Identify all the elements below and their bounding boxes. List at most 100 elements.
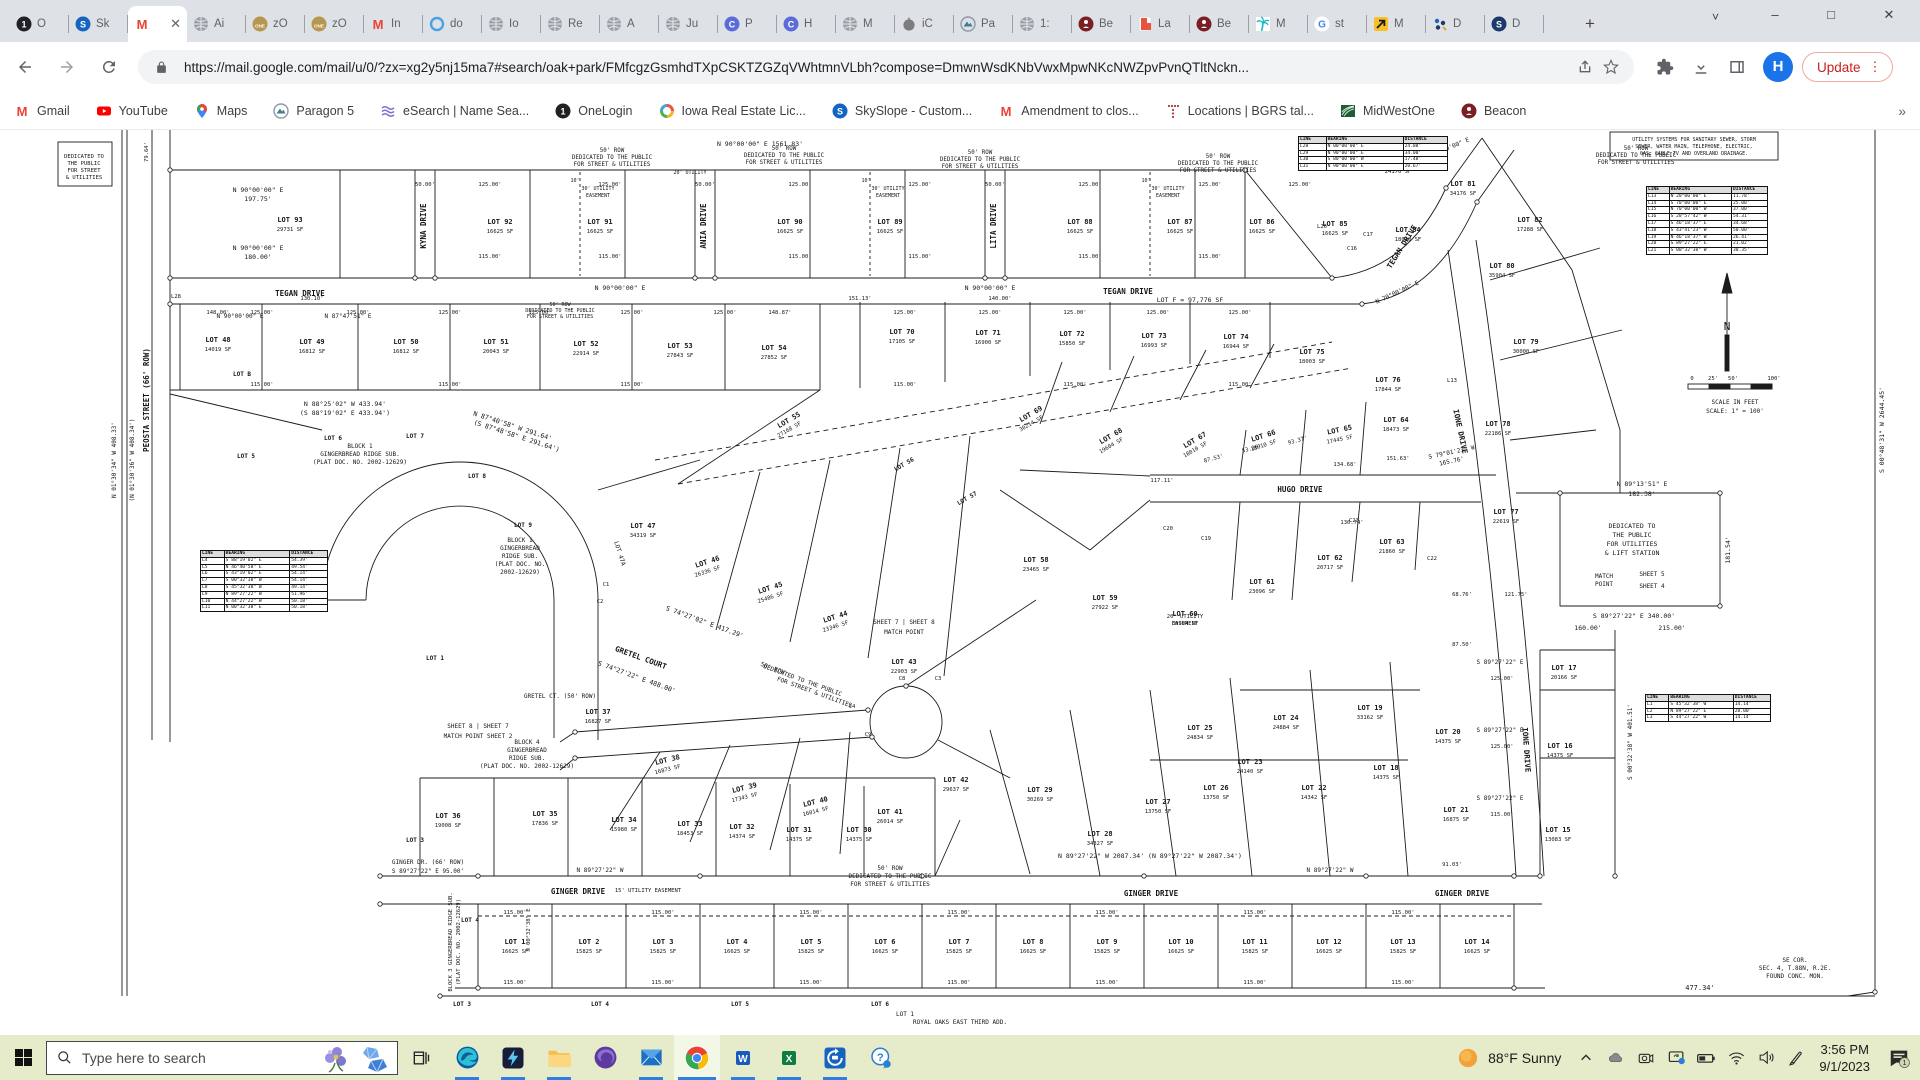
browser-tab-6[interactable]: ONEzO (305, 6, 364, 42)
tray-chevron-up-icon[interactable] (1571, 1035, 1601, 1080)
side-panel-icon[interactable] (1724, 54, 1750, 80)
bookmarks-overflow-chevron[interactable]: » (1898, 103, 1906, 119)
browser-menu-kebab-icon[interactable]: ⋮ (1869, 59, 1882, 75)
taskbar-app-folder[interactable] (536, 1035, 582, 1080)
notification-center-button[interactable]: 1 (1878, 1035, 1920, 1080)
download-icon[interactable] (1688, 54, 1714, 80)
taskbar-app-sync[interactable] (812, 1035, 858, 1080)
browser-tab-14[interactable]: CH (777, 6, 836, 42)
taskbar-app-edge[interactable] (444, 1035, 490, 1080)
bookmark-star-icon[interactable] (1598, 54, 1624, 80)
share-icon[interactable] (1572, 54, 1598, 80)
annotation: 30' UTILITY (871, 186, 904, 192)
profile-avatar[interactable]: H (1763, 52, 1793, 82)
bookmark-7[interactable]: Iowa Real Estate Lic... (659, 103, 806, 119)
taskbar-app-excel[interactable]: X (766, 1035, 812, 1080)
lot-number: LOT 1 (504, 938, 525, 946)
taskbar-app-lightning[interactable] (490, 1035, 536, 1080)
tray-cloud-icon[interactable] (1601, 1035, 1631, 1080)
annotation: 50' (1728, 376, 1738, 382)
tab-close-icon[interactable]: ✕ (170, 16, 181, 32)
bookmark-4[interactable]: Paragon 5 (273, 103, 354, 119)
browser-tab-10[interactable]: Re (541, 6, 600, 42)
window-close-button[interactable]: ✕ (1866, 0, 1912, 32)
taskbar-clock[interactable]: 3:56 PM 9/1/2023 (1811, 1041, 1878, 1075)
taskbar-app-chrome[interactable] (674, 1035, 720, 1080)
lot-number: LOT 4 (591, 1001, 609, 1008)
browser-tab-24[interactable]: M (1367, 6, 1426, 42)
back-button[interactable] (8, 50, 42, 84)
search-highlight-flowers-icon[interactable] (315, 1043, 395, 1073)
dimension: 148.87' (768, 310, 791, 316)
dimension: 115.00' (1095, 980, 1118, 986)
row-dedication: DEDICATED TO THE PUBLIC (940, 157, 1021, 163)
browser-tab-13[interactable]: CP (718, 6, 777, 42)
browser-tab-20[interactable]: La (1131, 6, 1190, 42)
lot-area: 16900 SF (975, 340, 1002, 346)
browser-tab-18[interactable]: 1: (1013, 6, 1072, 42)
browser-tab-23[interactable]: Gst (1308, 6, 1367, 42)
lot-area: 22619 SF (1493, 519, 1520, 525)
browser-tab-15[interactable]: M (836, 6, 895, 42)
browser-tab-19[interactable]: Be (1072, 6, 1131, 42)
window-maximize-button[interactable]: □ (1808, 0, 1854, 32)
bookmark-1[interactable]: MGmail (14, 103, 70, 119)
extensions-puzzle-icon[interactable] (1652, 54, 1678, 80)
browser-tab-26[interactable]: SD (1485, 6, 1544, 42)
browser-tab-3[interactable]: M✕ (128, 6, 187, 42)
reload-button[interactable] (92, 50, 126, 84)
browser-tab-12[interactable]: Ju (659, 6, 718, 42)
taskbar-app-taskview[interactable] (398, 1035, 444, 1080)
tray-camera-icon[interactable] (1631, 1035, 1661, 1080)
table-cell: LINE (1647, 187, 1669, 193)
browser-tab-5[interactable]: ONEzO (246, 6, 305, 42)
bookmark-3[interactable]: Maps (194, 103, 248, 119)
forward-button[interactable] (50, 50, 84, 84)
tray-pen-icon[interactable] (1781, 1035, 1811, 1080)
tray-monitor-icon[interactable] (1661, 1035, 1691, 1080)
dimension: 125.00' (620, 310, 643, 316)
bookmark-11[interactable]: MidWestOne (1340, 103, 1435, 119)
bookmark-8[interactable]: SSkySlope - Custom... (832, 103, 972, 119)
weather-widget[interactable]: 88°F Sunny (1457, 1047, 1561, 1069)
taskbar-app-mailapp[interactable] (628, 1035, 674, 1080)
tray-speaker-icon[interactable] (1751, 1035, 1781, 1080)
browser-tab-21[interactable]: Be (1190, 6, 1249, 42)
browser-tab-17[interactable]: Pa (954, 6, 1013, 42)
browser-tab-22[interactable]: M (1249, 6, 1308, 42)
taskbar-app-help[interactable]: ? (858, 1035, 904, 1080)
browser-tab-2[interactable]: SSk (69, 6, 128, 42)
new-tab-button[interactable]: + (1578, 13, 1602, 37)
browser-tab-16[interactable]: iC (895, 6, 954, 42)
annotation: 20' UTILITY (673, 170, 706, 176)
tab-search-chevron-icon[interactable]: ˅ (1712, 10, 1719, 24)
tray-wifi-icon[interactable] (1721, 1035, 1751, 1080)
dimension: 125.00' (438, 310, 461, 316)
browser-tab-25[interactable]: D (1426, 6, 1485, 42)
taskbar-app-word[interactable]: W (720, 1035, 766, 1080)
bookmark-12[interactable]: Beacon (1461, 103, 1526, 119)
browser-tab-9[interactable]: Io (482, 6, 541, 42)
browser-tab-11[interactable]: A (600, 6, 659, 42)
tray-battery-icon[interactable] (1691, 1035, 1721, 1080)
window-minimize-button[interactable]: – (1752, 0, 1798, 32)
bookmark-6[interactable]: 1OneLogin (555, 103, 632, 119)
omnibox[interactable]: https://mail.google.com/mail/u/0/?zx=xg2… (138, 50, 1634, 84)
taskbar-app-firefox[interactable] (582, 1035, 628, 1080)
browser-tab-8[interactable]: do (423, 6, 482, 42)
bookmark-10[interactable]: Locations | BGRS tal... (1165, 103, 1314, 119)
browser-tab-7[interactable]: MIn (364, 6, 423, 42)
bookmark-5[interactable]: eSearch | Name Sea... (380, 103, 529, 119)
bookmark-9[interactable]: MAmendment to clos... (998, 103, 1138, 119)
bookmark-2[interactable]: YouTube (96, 103, 168, 119)
lot-number: LOT 5 (800, 938, 821, 946)
start-button[interactable] (0, 1035, 46, 1080)
taskbar-search-input[interactable]: Type here to search (46, 1041, 398, 1075)
annotation: L13 (1447, 378, 1457, 384)
annotation: SHEET 8 | SHEET 7 (447, 723, 509, 730)
browser-tab-4[interactable]: Ai (187, 6, 246, 42)
update-button[interactable]: Update ⋮ (1802, 52, 1893, 82)
lot-number: LOT 35 (532, 810, 557, 818)
street-name: PEOSTA STREET (66' ROW) (142, 348, 151, 452)
browser-tab-1[interactable]: 1O (10, 6, 69, 42)
